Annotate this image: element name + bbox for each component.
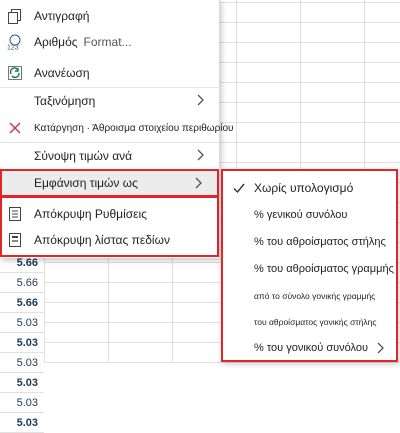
pct-parent-total-label: % του γονικού συνόλου (254, 342, 369, 354)
summarize-by-label: Σύνοψη τιμών ανά (34, 148, 133, 163)
pct-parent-row-total-label: από το σύνολο γονικής γραμμής (254, 291, 376, 301)
pct-row-total-item[interactable]: % του αθροίσματος γραμμής (223, 257, 396, 281)
table-cell[interactable]: 5.66 (0, 273, 44, 293)
no-calculation-label: Χωρίς υπολογισμό (254, 181, 354, 195)
sort-label: Ταξινόμηση (34, 93, 96, 108)
refresh-icon (8, 66, 22, 80)
svg-text:123: 123 (7, 45, 19, 51)
chevron-right-icon (197, 149, 204, 161)
number-format-shortcut: Format... (83, 35, 132, 49)
refresh-label: Ανανέωση (34, 66, 90, 80)
table-cell[interactable]: 5.03 (0, 333, 44, 353)
checkmark-icon (233, 183, 245, 194)
chevron-right-icon (197, 94, 204, 106)
table-cell[interactable]: 5.03 (0, 413, 44, 433)
table-cell[interactable]: 5.03 (0, 373, 44, 393)
pct-parent-column-total-item[interactable]: του αθροίσματος γονικής στήλης (223, 310, 396, 334)
summarize-by-menu-item[interactable]: Σύνοψη τιμών ανά (0, 142, 219, 168)
pct-grand-total-item[interactable]: % γενικού συνόλου (223, 203, 396, 227)
refresh-menu-item[interactable]: Ανανέωση (0, 60, 219, 86)
number-format-label: Αριθμός (34, 35, 78, 49)
copy-label: Αντιγραφή (34, 9, 90, 23)
hide-settings-label: Απόκρυψη Ρυθμίσεις (34, 207, 147, 221)
table-cell[interactable]: 5.03 (0, 313, 44, 333)
pct-column-total-item[interactable]: % του αθροίσματος στήλης (223, 230, 396, 254)
close-icon (9, 122, 21, 134)
hide-field-list-label: Απόκρυψη λίστας πεδίων (34, 233, 170, 247)
copy-icon (8, 9, 21, 24)
field-list-icon (9, 233, 21, 247)
hide-settings-menu-item[interactable]: Απόκρυψη Ρυθμίσεις (0, 201, 219, 227)
remove-subtotal-label: Κατάργηση · Άθροισμα στοιχείου περιθωρίο… (34, 122, 234, 134)
value-column: 5.66 5.66 5.66 5.03 5.03 5.03 5.03 5.03 5.03 (0, 253, 44, 433)
show-values-as-menu-item[interactable]: Εμφάνιση τιμών ως (0, 169, 219, 197)
table-cell[interactable]: 5.03 (0, 353, 44, 373)
no-calculation-item[interactable]: Χωρίς υπολογισμό (223, 176, 396, 200)
settings-list-icon (9, 207, 21, 221)
show-values-as-label: Εμφάνιση τιμών ως (34, 176, 138, 190)
context-menu: Αντιγραφή 123 Αριθμός Format... Ανανέωση … (0, 0, 234, 258)
hide-field-list-menu-item[interactable]: Απόκρυψη λίστας πεδίων (0, 227, 219, 253)
chevron-right-icon (377, 342, 384, 354)
remove-subtotal-menu-item[interactable]: Κατάργηση · Άθροισμα στοιχείου περιθωρίο… (0, 115, 234, 141)
number-format-menu-item[interactable]: 123 Αριθμός Format... (0, 29, 219, 55)
pct-row-total-label: % του αθροίσματος γραμμής (254, 263, 394, 275)
show-values-as-submenu: Χωρίς υπολογισμό % γενικού συνόλου % του… (221, 169, 398, 362)
table-cell[interactable]: 5.03 (0, 393, 44, 413)
pct-parent-total-item[interactable]: % του γονικού συνόλου (223, 336, 396, 360)
table-cell[interactable]: 5.66 (0, 293, 44, 313)
sort-menu-item[interactable]: Ταξινόμηση (0, 87, 219, 113)
number-format-label-group: Αριθμός Format... (34, 35, 132, 49)
pct-grand-total-label: % γενικού συνόλου (254, 209, 348, 221)
chevron-right-icon (195, 177, 202, 189)
copy-menu-item[interactable]: Αντιγραφή (0, 3, 219, 29)
pct-parent-row-total-item[interactable]: από το σύνολο γονικής γραμμής (223, 284, 396, 308)
pct-column-total-label: % του αθροίσματος στήλης (254, 236, 386, 248)
pct-parent-column-total-label: του αθροίσματος γονικής στήλης (254, 317, 377, 327)
number-format-icon: 123 (7, 34, 21, 51)
